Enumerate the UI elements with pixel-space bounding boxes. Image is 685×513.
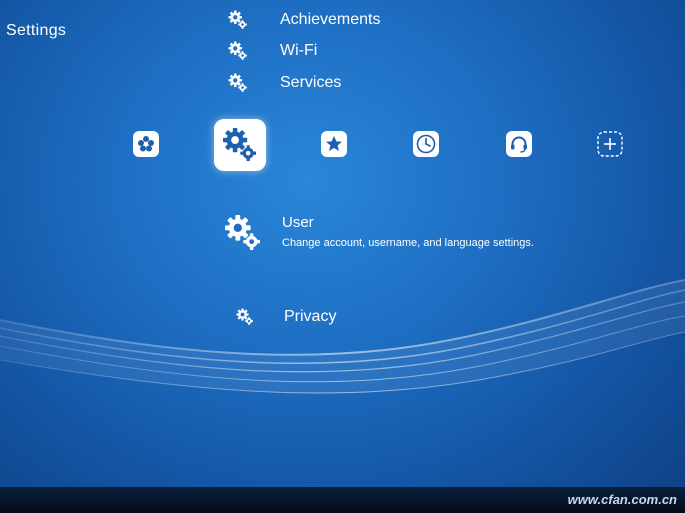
menu-item-wifi[interactable]: Wi-Fi	[228, 41, 317, 61]
menu-item-label: Wi-Fi	[280, 42, 318, 59]
menu-item-user[interactable]: User Change account, username, and langu…	[224, 212, 534, 252]
menu-item-label: Achievements	[280, 11, 381, 28]
watermark: www.cfan.com.cn	[567, 492, 677, 507]
category-favorites[interactable]	[320, 130, 348, 158]
gears-icon	[236, 308, 254, 326]
category-history[interactable]	[412, 130, 440, 158]
gears-icon	[228, 73, 247, 92]
netplay-headset-icon	[506, 131, 532, 157]
menu-item-description: Change account, username, and language s…	[282, 237, 534, 249]
category-netplay[interactable]	[505, 130, 533, 158]
category-add[interactable]	[596, 130, 624, 158]
gears-icon	[228, 41, 247, 60]
history-clock-icon	[413, 131, 439, 157]
add-plus-icon	[597, 131, 623, 157]
menu-item-services[interactable]: Services	[228, 73, 341, 93]
menu-item-privacy[interactable]: Privacy	[236, 308, 336, 326]
category-main-menu[interactable]	[132, 130, 160, 158]
gears-icon	[225, 215, 260, 250]
menu-item-label: Privacy	[284, 308, 337, 325]
menu-item-title: User	[282, 214, 314, 231]
section-title: Settings	[6, 22, 67, 39]
main-menu-icon	[133, 131, 159, 157]
menu-item-label: Services	[280, 74, 342, 91]
background-wave	[0, 279, 685, 394]
settings-gears-icon	[222, 127, 257, 162]
category-settings[interactable]	[214, 119, 266, 171]
gears-icon	[228, 10, 247, 29]
category-bar	[0, 115, 685, 175]
favorites-star-icon	[321, 131, 347, 157]
menu-item-achievements[interactable]: Achievements	[228, 10, 381, 30]
